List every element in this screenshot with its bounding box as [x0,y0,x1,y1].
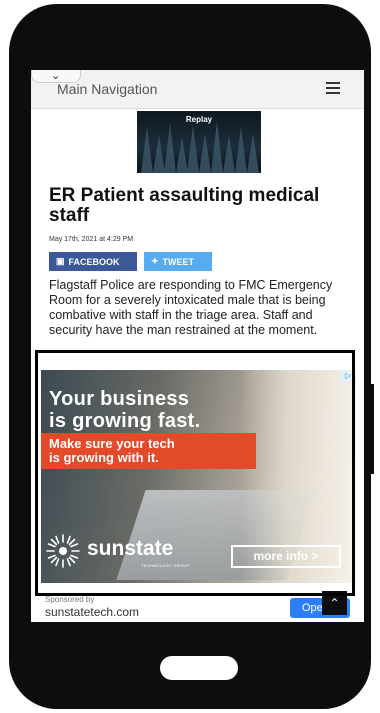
main-navigation-bar[interactable]: ⌄ Main Navigation [31,70,364,109]
hamburger-menu-icon[interactable] [326,82,340,94]
facebook-icon: ▣ [56,256,65,266]
ad-highlight-box [35,350,355,596]
sponsor-url[interactable]: sunstatetech.com [45,605,139,619]
phone-side-button [370,384,374,474]
home-button[interactable] [160,656,238,680]
article-date: May 17th, 2021 at 4:29 PM [49,236,134,243]
twitter-share-label: TWEET [162,256,195,267]
nav-title[interactable]: Main Navigation [57,81,157,97]
twitter-share-button[interactable]: ✦ TWEET [144,252,212,271]
article-headline: ER Patient assaulting medical staff [49,185,320,226]
article-body: Flagstaff Police are responding to FMC E… [49,278,333,337]
facebook-share-label: FACEBOOK [68,256,120,267]
twitter-icon: ✦ [151,256,159,266]
replay-label[interactable]: Replay [137,115,261,124]
video-thumbnail[interactable]: Replay [137,111,261,173]
facebook-share-button[interactable]: ▣ FACEBOOK [49,252,137,271]
sponsored-label: Sponsored by [45,595,95,604]
